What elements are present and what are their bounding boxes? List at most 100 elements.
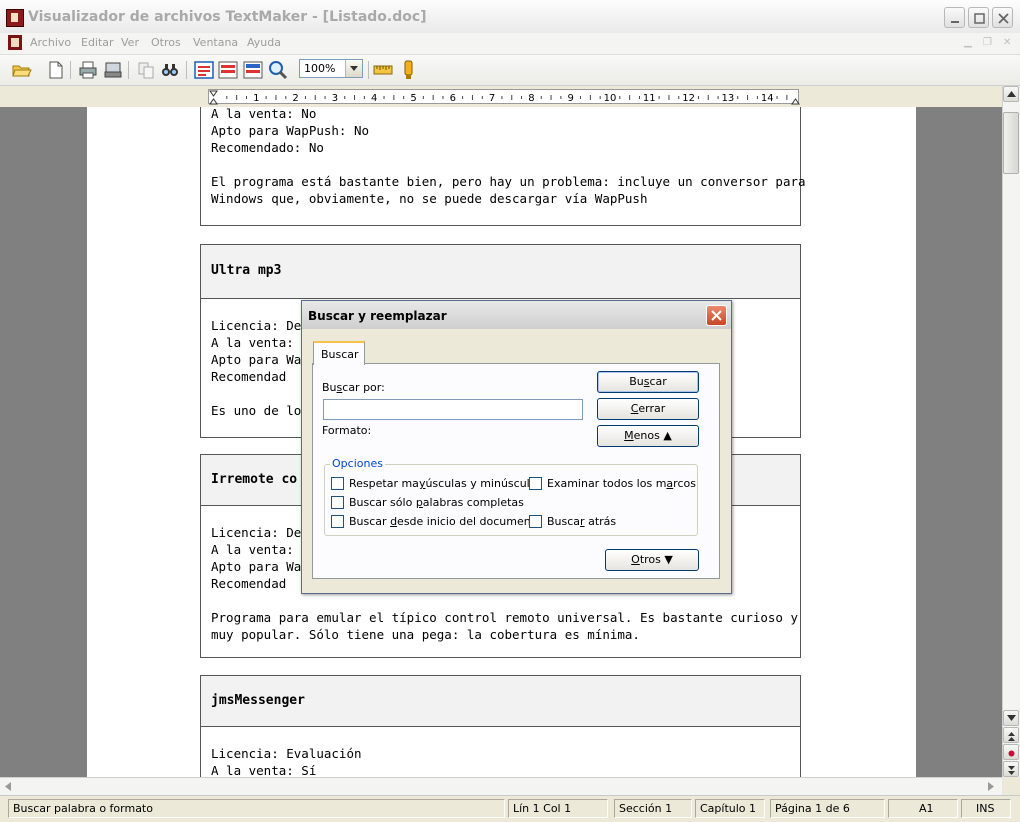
print-preview-icon[interactable] (103, 60, 123, 80)
page-up-icon (1008, 732, 1015, 741)
search-label: Buscar por: (322, 381, 385, 394)
browse-object-icon (1008, 750, 1015, 757)
doc-line: Recomendad (211, 576, 287, 591)
menu-ver[interactable]: Ver (121, 36, 139, 49)
doc-line: Apto para WapPush: No (211, 123, 370, 138)
scroll-down-button[interactable] (1003, 710, 1019, 726)
status-cell-ref: A1 (888, 799, 958, 818)
close-button[interactable]: Cerrar (597, 398, 699, 420)
next-page-button[interactable] (1003, 761, 1019, 777)
search-input[interactable] (323, 399, 583, 420)
zoom-value: 100% (304, 62, 336, 75)
right-indent-marker[interactable] (791, 98, 800, 105)
ruler-label: 5 (410, 93, 416, 104)
options-group: Opciones Respetar mayúsculas y minúscula… (324, 457, 698, 536)
status-section: Sección 1 (614, 799, 692, 818)
view-outline-icon[interactable] (218, 60, 238, 80)
textmaker-app-icon[interactable] (6, 9, 24, 27)
new-document-icon[interactable] (46, 60, 66, 80)
page-down-icon (1008, 766, 1015, 775)
left-indent-marker[interactable] (209, 90, 218, 105)
doc-paragraph-line: Es uno de los (211, 403, 309, 418)
minimize-icon (951, 21, 959, 23)
chevron-right-icon[interactable] (988, 782, 994, 791)
ruler-label: 8 (528, 93, 534, 104)
ruler-label: 11 (643, 93, 656, 104)
menu-editar[interactable]: Editar (81, 36, 114, 49)
maximize-button[interactable] (968, 7, 989, 28)
maximize-icon (974, 13, 985, 24)
doc-line: A la venta: Sí (211, 763, 317, 777)
doc-line: Licencia: Evaluación (211, 746, 362, 761)
entry-body: Licencia: Evaluación A la venta: Sí (200, 726, 801, 777)
ruler-label: 1 (253, 93, 259, 104)
menu-ayuda[interactable]: Ayuda (247, 36, 281, 49)
find-icon[interactable] (160, 60, 180, 80)
ruler-label: 9 (568, 93, 574, 104)
close-icon (998, 13, 1009, 24)
doc-minimize-icon[interactable]: ▁ (964, 37, 972, 48)
ruler-label: 13 (722, 93, 735, 104)
view-normal-icon[interactable] (194, 60, 214, 80)
print-icon[interactable] (78, 60, 98, 80)
close-window-button[interactable] (992, 7, 1013, 28)
horizontal-ruler[interactable]: 1 2 3 4 5 6 7 8 9 10 11 12 13 14 (208, 89, 800, 105)
backwards-checkbox[interactable] (529, 515, 542, 528)
less-button[interactable]: Menos ▲ (597, 425, 699, 447)
horizontal-scrollbar[interactable] (0, 777, 1002, 795)
menu-ventana[interactable]: Ventana (193, 36, 238, 49)
chevron-down-icon: ▼ (664, 553, 673, 566)
doc-paragraph-line: muy popular. Sólo tiene una pega: la cob… (211, 627, 640, 642)
zoom-icon[interactable] (268, 60, 288, 80)
view-page-icon[interactable] (243, 60, 263, 80)
info-icon[interactable] (399, 60, 419, 80)
doc-line: Licencia: Der (211, 318, 309, 333)
status-page: Página 1 de 6 (770, 799, 885, 818)
whole-words-checkbox[interactable] (331, 496, 344, 509)
title-bar: Visualizador de archivos TextMaker - [Li… (0, 0, 1020, 35)
menu-otros[interactable]: Otros (151, 36, 181, 49)
dialog-close-button[interactable] (706, 305, 727, 326)
browse-object-button[interactable] (1003, 744, 1019, 760)
chevron-left-icon[interactable] (5, 782, 11, 791)
document-icon[interactable] (8, 35, 22, 50)
options-legend: Opciones (330, 457, 385, 470)
close-icon (711, 310, 722, 321)
doc-line: Licencia: Der (211, 525, 309, 540)
zoom-dropdown-button[interactable] (345, 60, 362, 77)
doc-line: Recomendado: No (211, 140, 324, 155)
vertical-scrollbar[interactable] (1002, 86, 1020, 777)
status-insert-mode: INS (961, 799, 1011, 818)
doc-line: Apto para Wa (211, 559, 302, 574)
search-button[interactable]: Buscar (597, 371, 699, 393)
case-sensitive-checkbox[interactable] (331, 477, 344, 490)
minimize-button[interactable] (944, 7, 965, 28)
all-frames-checkbox[interactable] (529, 477, 542, 490)
menu-bar: Archivo Editar Ver Otros Ventana Ayuda ▁… (0, 33, 1020, 55)
previous-page-button[interactable] (1003, 727, 1019, 743)
from-start-checkbox[interactable] (331, 515, 344, 528)
copy-icon[interactable] (136, 60, 156, 80)
whole-words-label: Buscar sólo palabras completas (349, 496, 524, 509)
entry-heading: jmsMessenger (200, 675, 801, 727)
entry-title: jmsMessenger (211, 693, 305, 708)
dialog-title-bar[interactable]: Buscar y reemplazar (302, 301, 731, 329)
open-folder-icon[interactable] (12, 60, 32, 80)
doc-paragraph-line: Windows que, obviamente, no se puede des… (211, 191, 648, 206)
scroll-up-button[interactable] (1003, 86, 1019, 102)
doc-line: A la venta: N (211, 542, 309, 557)
window-title: Visualizador de archivos TextMaker - [Li… (28, 9, 427, 25)
doc-restore-icon[interactable]: ❐ (983, 37, 992, 48)
chevron-up-icon (1007, 91, 1016, 97)
toolbar-separator (368, 61, 369, 79)
tab-buscar[interactable]: Buscar (313, 341, 365, 365)
ruler-label: 10 (604, 93, 617, 104)
doc-close-icon[interactable]: ✕ (1003, 37, 1011, 48)
doc-paragraph-line: El programa está bastante bien, pero hay… (211, 174, 806, 189)
ruler-toggle-icon[interactable] (373, 60, 393, 80)
zoom-select[interactable]: 100% (299, 59, 363, 78)
ruler-label: 12 (682, 93, 695, 104)
others-button[interactable]: Otros ▼ (605, 549, 699, 571)
menu-archivo[interactable]: Archivo (30, 36, 71, 49)
vertical-scroll-thumb[interactable] (1003, 112, 1019, 174)
